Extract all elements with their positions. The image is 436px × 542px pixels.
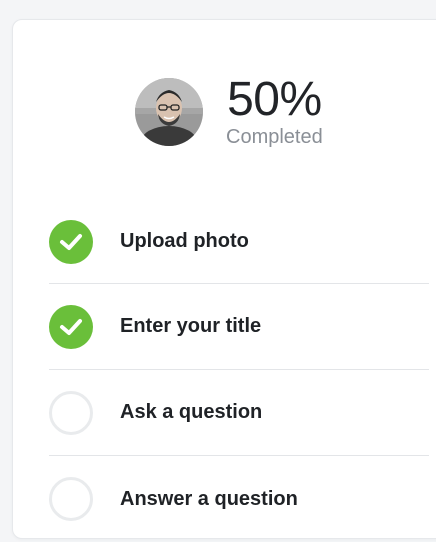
avatar — [135, 78, 203, 146]
onboarding-steps-list: Upload photo Enter your title Ask a ques… — [49, 200, 429, 542]
check-icon — [49, 304, 93, 349]
progress-completed-label: Completed — [226, 126, 323, 148]
profile-completion-card: 50% Completed Upload photo Enter your ti… — [12, 19, 436, 539]
step-label: Enter your title — [120, 315, 262, 337]
completion-header: 50% Completed — [135, 72, 323, 152]
step-ask-question[interactable]: Ask a question — [49, 370, 429, 456]
step-label: Upload photo — [120, 230, 249, 252]
check-icon — [49, 219, 93, 264]
step-label: Answer a question — [120, 487, 298, 510]
progress-summary: 50% Completed — [226, 73, 323, 149]
step-upload-photo[interactable]: Upload photo — [49, 200, 429, 284]
step-enter-title[interactable]: Enter your title — [49, 284, 429, 370]
avatar-photo — [135, 78, 203, 146]
step-label: Ask a question — [120, 401, 263, 423]
progress-percent: 50% — [227, 73, 322, 126]
empty-circle-icon — [49, 477, 93, 521]
empty-circle-icon — [49, 390, 93, 435]
step-answer-question[interactable]: Answer a question — [49, 456, 429, 542]
